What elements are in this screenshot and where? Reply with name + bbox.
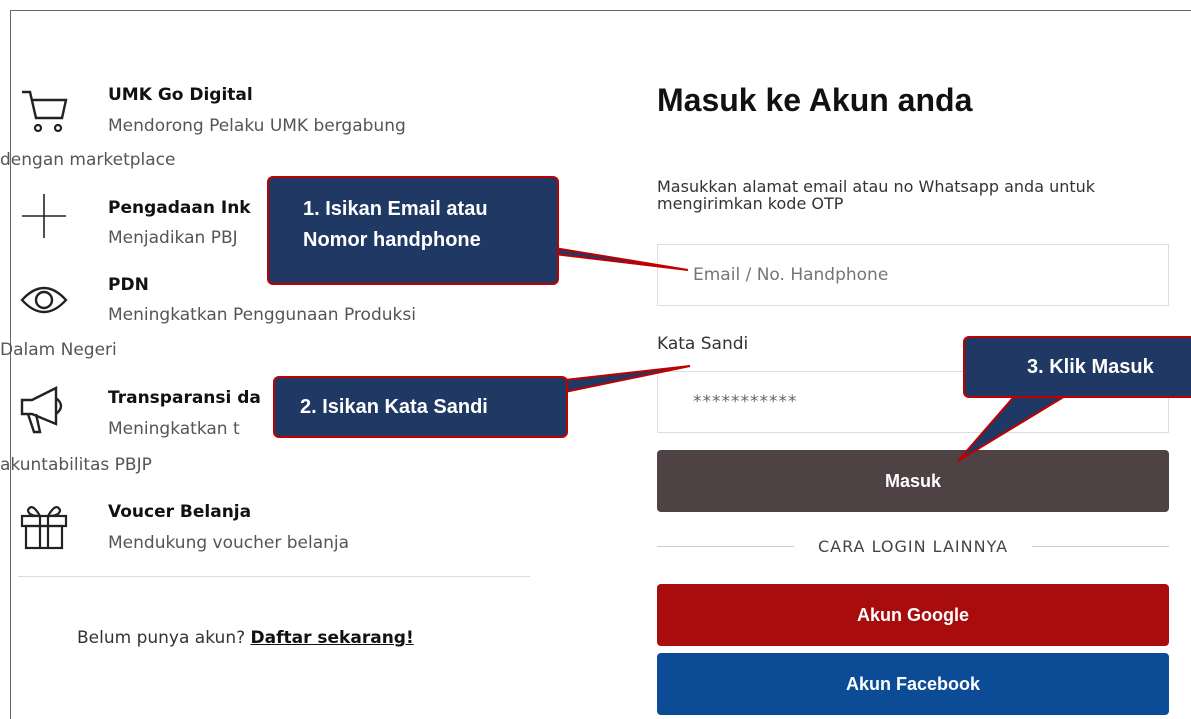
form-description: Masukkan alamat email atau no Whatsapp a…	[657, 177, 1096, 213]
divider	[657, 545, 794, 547]
feature-title: Transparansi da	[108, 388, 261, 408]
alt-login-divider: CARA LOGIN LAINNYA	[657, 535, 1169, 557]
feature-desc: Mendorong Pelaku UMK bergabung	[108, 116, 406, 136]
feature-title: UMK Go Digital	[108, 85, 253, 105]
submit-button[interactable]: Masuk	[657, 450, 1169, 512]
megaphone-icon	[20, 386, 63, 434]
eye-icon	[20, 286, 68, 314]
facebook-login-button[interactable]: Akun Facebook	[657, 653, 1169, 715]
email-input[interactable]	[693, 265, 1168, 285]
feature-desc-cont: Dalam Negeri	[0, 340, 117, 360]
feature-desc: Menjadikan PBJ	[108, 228, 238, 248]
cart-icon	[22, 90, 68, 133]
feature-desc-cont: dengan marketplace	[0, 150, 176, 170]
google-login-button[interactable]: Akun Google	[657, 584, 1169, 646]
password-label: Kata Sandi	[657, 334, 749, 354]
feature-desc: Meningkatkan t	[108, 419, 240, 439]
callout-step-3: 3. Klik Masuk	[963, 336, 1191, 398]
divider	[18, 576, 530, 577]
feature-title: PDN	[108, 275, 149, 295]
feature-title: Voucer Belanja	[108, 502, 252, 522]
page-title: Masuk ke Akun anda	[657, 82, 973, 118]
signup-prompt: Belum punya akun? Daftar sekarang!	[77, 628, 414, 648]
password-input[interactable]: ***********	[693, 392, 798, 412]
signup-text: Belum punya akun?	[77, 628, 246, 648]
divider	[1032, 545, 1169, 547]
callout-step-1: 1. Isikan Email atau Nomor handphone	[267, 176, 559, 285]
callout-text: 1. Isikan Email atau	[303, 198, 488, 220]
gift-icon	[20, 506, 68, 550]
callout-text: 3. Klik Masuk	[1027, 356, 1154, 378]
email-field[interactable]	[657, 244, 1169, 306]
feature-desc: Meningkatkan Penggunaan Produksi	[108, 305, 416, 325]
signup-link[interactable]: Daftar sekarang!	[251, 628, 414, 648]
callout-text: 2. Isikan Kata Sandi	[300, 396, 488, 418]
callout-text: Nomor handphone	[303, 229, 481, 251]
alt-login-label: CARA LOGIN LAINNYA	[817, 536, 1009, 556]
feature-title: Pengadaan Ink	[108, 198, 251, 218]
feature-desc: Mendukung voucher belanja	[108, 533, 350, 553]
feature-desc-cont: akuntabilitas PBJP	[0, 455, 152, 475]
plus-icon	[22, 194, 66, 238]
callout-step-2: 2. Isikan Kata Sandi	[273, 376, 568, 438]
